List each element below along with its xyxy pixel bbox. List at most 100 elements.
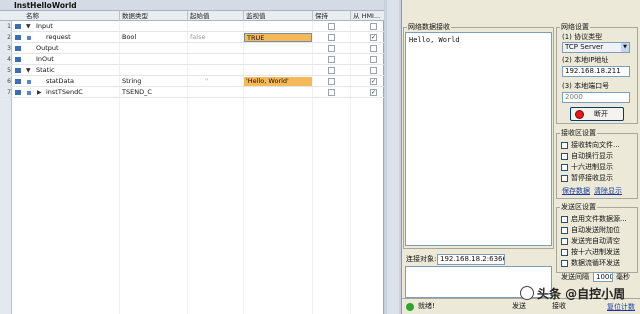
- conn-value: 192.168.18.2:6366: [440, 255, 505, 263]
- table-row[interactable]: 3 Output: [0, 43, 384, 54]
- retain-checkbox[interactable]: [328, 78, 335, 85]
- table-row[interactable]: 2 request Bool false TRUE ✓: [0, 32, 384, 43]
- section-icon: [15, 57, 21, 62]
- table-row[interactable]: 4 InOut: [0, 54, 384, 65]
- save-data-link[interactable]: 保存数据: [562, 186, 590, 196]
- retain-checkbox[interactable]: [328, 56, 335, 63]
- table-header: 名称 数据类型 起始值 监视值 保持 从 HMI...: [0, 11, 384, 21]
- col-from-hmi-header[interactable]: 从 HMI...: [353, 11, 380, 21]
- file-source-label: 启用文件数据源...: [571, 215, 627, 223]
- recv-group-title: 网络数据接收: [407, 23, 451, 32]
- row-number: 1: [7, 23, 11, 30]
- hex-send-checkbox[interactable]: [561, 249, 568, 256]
- hmi-checkbox[interactable]: [370, 56, 377, 63]
- monitor-value[interactable]: TRUE: [244, 33, 312, 42]
- reset-count-link[interactable]: 复位计数: [607, 302, 635, 312]
- port-field[interactable]: 2000: [562, 92, 630, 103]
- send-count-label: 发送: [512, 302, 526, 310]
- var-name: InOut: [36, 55, 54, 63]
- ip-value: 192.168.18.211: [565, 67, 621, 75]
- ready-icon: [406, 303, 414, 311]
- loop-send-label: 数据流循环发送: [571, 259, 620, 267]
- expand-arrow-icon[interactable]: ▼: [26, 23, 31, 30]
- var-type: TSEND_C: [122, 88, 152, 96]
- recv-settings-title: 接收区设置: [560, 129, 597, 138]
- row-number: 7: [7, 89, 11, 96]
- protocol-value: TCP Server: [565, 43, 604, 51]
- append-bit-checkbox[interactable]: [561, 227, 568, 234]
- auto-wrap-label: 自动换行显示: [571, 152, 613, 160]
- port-value: 2000: [565, 93, 583, 101]
- watermark-text: 头条 @自控小周: [537, 287, 626, 301]
- watermark-logo-icon: [520, 286, 534, 300]
- col-datatype-header[interactable]: 数据类型: [122, 11, 148, 21]
- status-text: 就绪!: [418, 302, 435, 310]
- var-name: Static: [36, 66, 55, 74]
- row-number: 6: [7, 78, 11, 85]
- interval-field[interactable]: 1000: [593, 272, 613, 282]
- auto-clear-checkbox[interactable]: [561, 238, 568, 245]
- port-label: (3) 本地端口号: [562, 82, 610, 90]
- recv-text: Hello, World: [409, 36, 460, 44]
- row-number: 5: [7, 67, 11, 74]
- monitor-value[interactable]: 'Hello, World': [244, 77, 312, 86]
- hmi-checkbox[interactable]: ✓: [370, 89, 377, 96]
- bullet-icon: [27, 36, 31, 40]
- pause-display-label: 暂停接收显示: [571, 174, 613, 182]
- clear-display-link[interactable]: 清除显示: [594, 186, 622, 196]
- var-name: request: [46, 33, 71, 41]
- conn-select[interactable]: 192.168.18.2:6366: [437, 254, 505, 265]
- hex-display-checkbox[interactable]: [561, 164, 568, 171]
- ip-label: (2) 本地IP地址: [562, 56, 609, 64]
- loop-send-checkbox[interactable]: [561, 260, 568, 267]
- col-name-header[interactable]: 名称: [26, 11, 39, 21]
- col-retain-header[interactable]: 保持: [315, 11, 328, 21]
- expand-arrow-icon[interactable]: ▼: [26, 67, 31, 74]
- section-icon: [15, 68, 21, 73]
- retain-checkbox[interactable]: [328, 45, 335, 52]
- variable-icon: [15, 90, 21, 95]
- ip-field[interactable]: 192.168.18.211: [562, 66, 630, 77]
- retain-checkbox[interactable]: [328, 34, 335, 41]
- interval-label: 发送间隔: [561, 273, 589, 281]
- hex-display-label: 十六进制显示: [571, 163, 613, 171]
- var-type: Bool: [122, 33, 137, 41]
- auto-clear-label: 发送完自动清空: [571, 237, 620, 245]
- recv-to-file-label: 接收转向文件...: [571, 141, 620, 149]
- table-row[interactable]: 6 statData String '' 'Hello, World' ✓: [0, 76, 384, 87]
- disconnect-button[interactable]: 断开: [570, 107, 624, 121]
- retain-checkbox[interactable]: [328, 67, 335, 74]
- col-monitor-header[interactable]: 监视值: [246, 11, 266, 21]
- append-bit-label: 自动发送附加位: [571, 226, 620, 234]
- variable-icon: [15, 35, 21, 40]
- protocol-label: (1) 协议类型: [562, 33, 603, 41]
- pause-display-checkbox[interactable]: [561, 175, 568, 182]
- hmi-checkbox[interactable]: ✓: [370, 34, 377, 41]
- protocol-select[interactable]: TCP Server ▼: [562, 42, 630, 53]
- bullet-icon: [27, 91, 31, 95]
- hmi-checkbox[interactable]: [370, 67, 377, 74]
- table-row[interactable]: 1 ▼ Input: [0, 21, 384, 32]
- block-interface-editor: InstHelloWorld 名称 数据类型 起始值 监视值 保持 从 HMI.…: [0, 0, 384, 314]
- col-start-header[interactable]: 起始值: [190, 11, 210, 21]
- auto-wrap-checkbox[interactable]: [561, 153, 568, 160]
- hmi-checkbox[interactable]: [370, 45, 377, 52]
- var-type: String: [122, 77, 142, 85]
- collapse-arrow-icon[interactable]: ▶: [37, 89, 42, 96]
- hmi-checkbox[interactable]: [370, 23, 377, 30]
- section-icon: [15, 46, 21, 51]
- var-start-value: false: [190, 33, 206, 41]
- table-row[interactable]: 7 ▶ instTSendC TSEND_C ✓: [0, 87, 384, 98]
- var-name: Output: [36, 44, 59, 52]
- table-row[interactable]: 5 ▼ Static: [0, 65, 384, 76]
- recv-to-file-checkbox[interactable]: [561, 142, 568, 149]
- send-settings-title: 发送区设置: [560, 203, 597, 212]
- interval-value: 1000: [596, 273, 613, 281]
- file-source-checkbox[interactable]: [561, 216, 568, 223]
- retain-checkbox[interactable]: [328, 89, 335, 96]
- interval-unit: 毫秒: [616, 273, 630, 281]
- bullet-icon: [27, 80, 31, 84]
- hmi-checkbox[interactable]: ✓: [370, 78, 377, 85]
- retain-checkbox[interactable]: [328, 23, 335, 30]
- recv-textarea[interactable]: Hello, World: [405, 32, 552, 246]
